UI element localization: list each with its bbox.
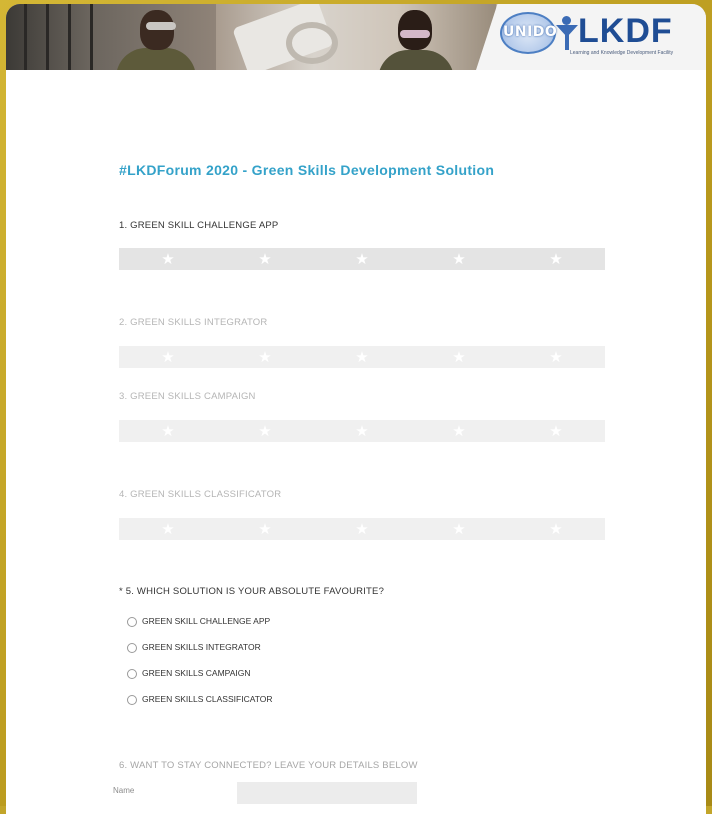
star-icon[interactable]: ★ [160, 349, 176, 365]
rating-bar-q2: ★ ★ ★ ★ ★ [119, 346, 605, 368]
star-icon[interactable]: ★ [354, 423, 370, 439]
survey-content: #LKDForum 2020 - Green Skills Developmen… [6, 4, 706, 810]
rating-bar-q4: ★ ★ ★ ★ ★ [119, 518, 605, 540]
survey-page: UNIDO LKDF Learning and Knowledge Develo… [6, 4, 706, 814]
radio-circle-icon[interactable] [127, 617, 137, 627]
question-4-label: 4. GREEN SKILLS CLASSIFICATOR [119, 489, 282, 500]
star-icon[interactable]: ★ [354, 521, 370, 537]
name-field-label: Name [113, 786, 135, 795]
star-icon[interactable]: ★ [354, 349, 370, 365]
star-icon[interactable]: ★ [160, 423, 176, 439]
star-icon[interactable]: ★ [257, 521, 273, 537]
radio-circle-icon[interactable] [127, 643, 137, 653]
survey-title: #LKDForum 2020 - Green Skills Developmen… [119, 162, 495, 178]
star-icon[interactable]: ★ [257, 251, 273, 267]
question-2-label: 2. GREEN SKILLS INTEGRATOR [119, 317, 268, 328]
rating-bar-q1: ★ ★ ★ ★ ★ [119, 248, 605, 270]
star-icon[interactable]: ★ [548, 349, 564, 365]
question-5-label: * 5. WHICH SOLUTION IS YOUR ABSOLUTE FAV… [119, 586, 385, 597]
star-icon[interactable]: ★ [451, 251, 467, 267]
star-icon[interactable]: ★ [451, 521, 467, 537]
radio-circle-icon[interactable] [127, 669, 137, 679]
star-icon[interactable]: ★ [354, 251, 370, 267]
question-1-label: 1. GREEN SKILL CHALLENGE APP [119, 220, 279, 231]
star-icon[interactable]: ★ [548, 251, 564, 267]
question-6-label: 6. WANT TO STAY CONNECTED? LEAVE YOUR DE… [119, 760, 418, 771]
star-icon[interactable]: ★ [160, 251, 176, 267]
star-icon[interactable]: ★ [548, 521, 564, 537]
star-icon[interactable]: ★ [451, 423, 467, 439]
star-icon[interactable]: ★ [548, 423, 564, 439]
star-icon[interactable]: ★ [451, 349, 467, 365]
star-icon[interactable]: ★ [257, 423, 273, 439]
radio-circle-icon[interactable] [127, 695, 137, 705]
question-3-label: 3. GREEN SKILLS CAMPAIGN [119, 391, 256, 402]
star-icon[interactable]: ★ [160, 521, 176, 537]
rating-bar-q3: ★ ★ ★ ★ ★ [119, 420, 605, 442]
name-input[interactable] [237, 782, 417, 804]
star-icon[interactable]: ★ [257, 349, 273, 365]
